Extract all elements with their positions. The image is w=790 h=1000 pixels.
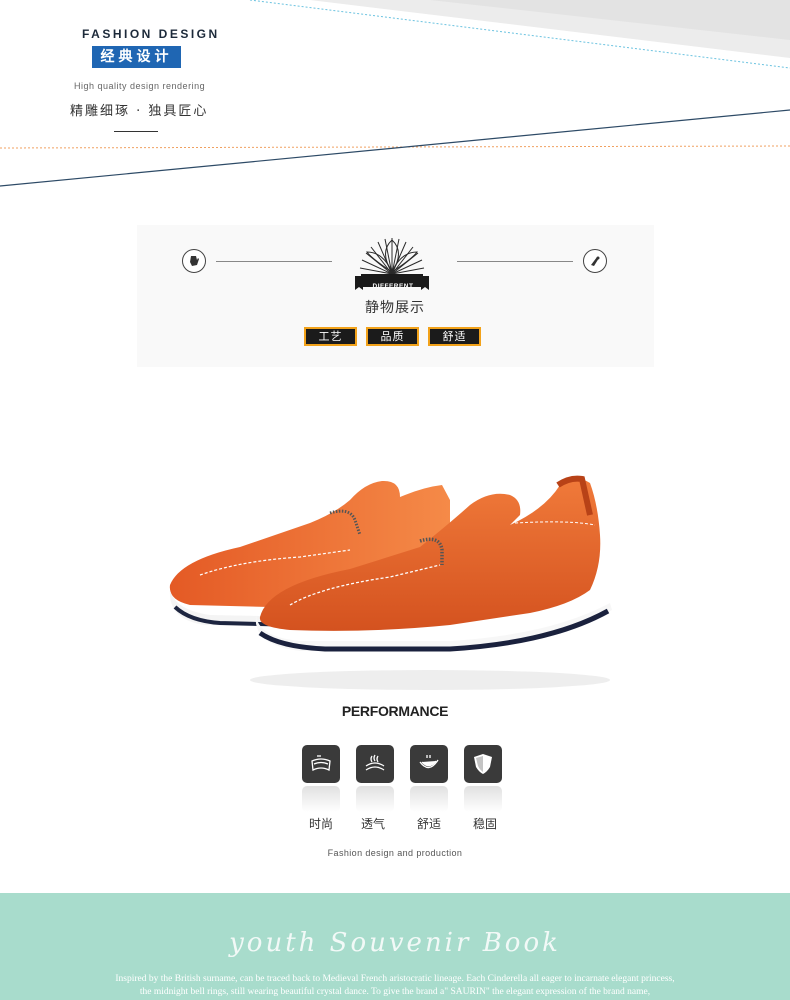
footer-script-title: youth Souvenir Book bbox=[229, 928, 561, 958]
breathable-icon bbox=[356, 745, 394, 783]
footer-description: Inspired by the British surname, can be … bbox=[40, 973, 750, 999]
feature-label-stable: 稳固 bbox=[472, 817, 497, 831]
section-subtitle: High quality design rendering bbox=[74, 81, 206, 91]
shoe-tool-icon bbox=[583, 249, 607, 273]
flexible-sole-icon bbox=[410, 745, 448, 783]
performance-title: PERFORMANCE bbox=[341, 703, 449, 719]
slogan: 精雕细琢 · 独具匠心 bbox=[70, 104, 209, 119]
section-title-en: FASHION DESIGN bbox=[82, 27, 220, 41]
section-title-badge: 经典设计 bbox=[92, 46, 181, 68]
shield-icon bbox=[464, 745, 502, 783]
feature-label-breathable: 透气 bbox=[360, 817, 385, 831]
still-life-title: 静物展示 bbox=[365, 300, 425, 316]
slogan-underline bbox=[114, 131, 158, 132]
footer-text-line: Inspired by the British surname, can be … bbox=[115, 974, 675, 984]
footer-text-line: the midnight bell rings, still wearing b… bbox=[139, 987, 651, 997]
product-image-loafers bbox=[169, 475, 612, 690]
tag-craft: 工艺 bbox=[304, 327, 357, 346]
layers-icon bbox=[302, 745, 340, 783]
tag-comfort: 舒适 bbox=[428, 327, 481, 346]
divider-right bbox=[457, 261, 573, 262]
feature-label-fashion: 时尚 bbox=[308, 817, 333, 831]
feature-label-comfort: 舒适 bbox=[416, 817, 441, 831]
tag-quality: 品质 bbox=[366, 327, 419, 346]
icon-reflection bbox=[410, 786, 448, 812]
glove-icon bbox=[182, 249, 206, 273]
icon-reflection bbox=[464, 786, 502, 812]
icon-reflection bbox=[302, 786, 340, 812]
icon-reflection bbox=[356, 786, 394, 812]
performance-subtitle: Fashion design and production bbox=[327, 848, 463, 858]
divider-left bbox=[216, 261, 332, 262]
different-label: DIFFERENT bbox=[372, 283, 414, 290]
